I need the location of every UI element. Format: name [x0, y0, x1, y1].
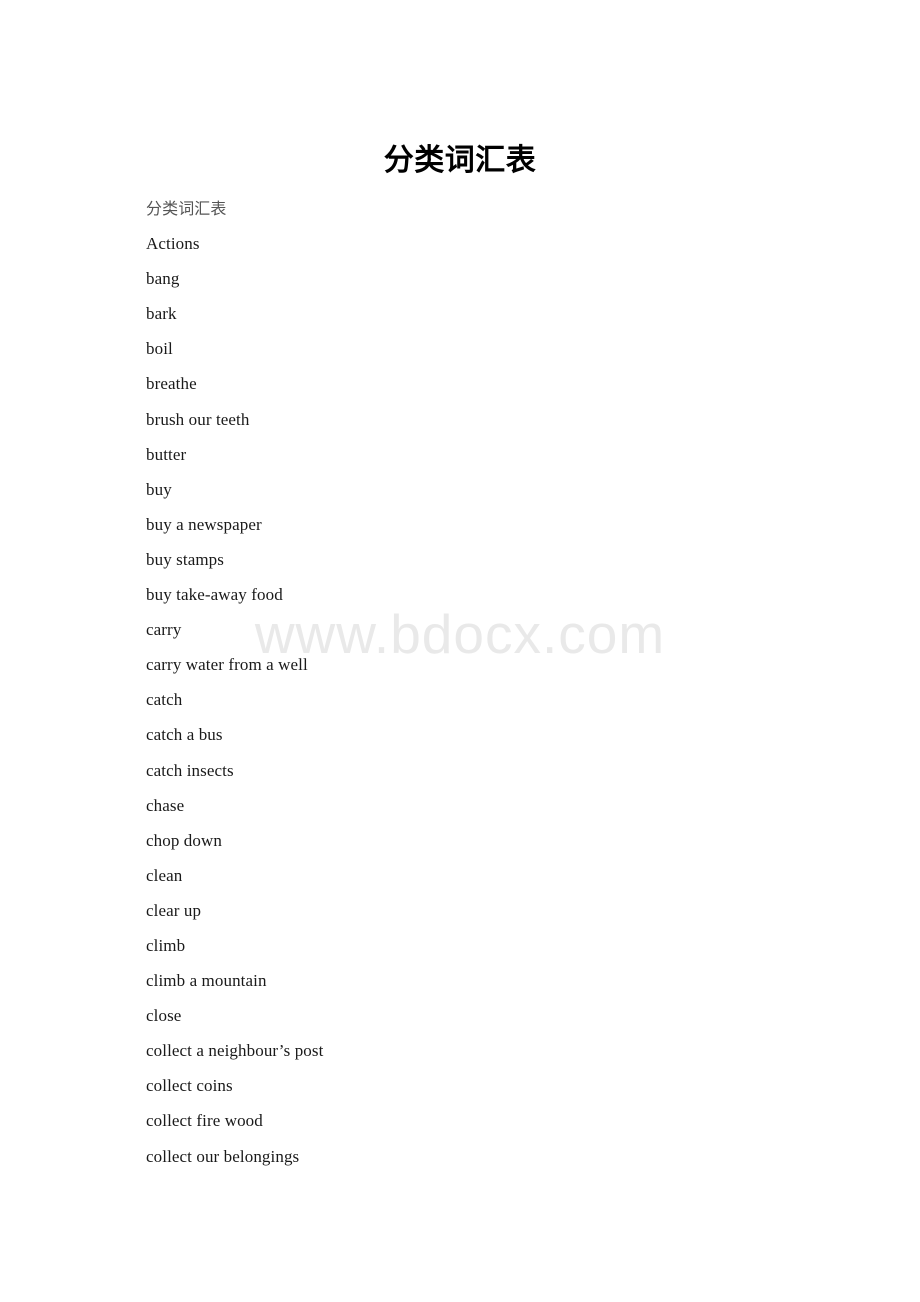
- vocabulary-line: Actions: [146, 234, 200, 254]
- document-page: www.bdocx.com 分类词汇表 分类词汇表 Actions bang bark…: [0, 0, 920, 1302]
- vocabulary-line: collect coins: [146, 1076, 233, 1096]
- document-subtitle: 分类词汇表: [146, 199, 227, 218]
- vocabulary-line: brush our teeth: [146, 409, 250, 429]
- vocabulary-line-list: 分类词汇表 Actions bang bark boil breathe brush our…: [146, 199, 846, 1182]
- page-title: 分类词汇表: [383, 143, 537, 178]
- vocabulary-line: catch a bus: [146, 725, 223, 745]
- vocabulary-line: carry water from a well: [146, 655, 308, 675]
- vocabulary-line: butter: [146, 444, 187, 464]
- vocabulary-line: catch insects: [146, 760, 234, 780]
- vocabulary-line: chop down: [146, 830, 222, 850]
- vocabulary-line: clean: [146, 865, 183, 885]
- vocabulary-line: chase: [146, 795, 185, 815]
- vocabulary-line: climb: [146, 935, 186, 955]
- vocabulary-line: bark: [146, 304, 177, 324]
- vocabulary-line: clear up: [146, 900, 202, 920]
- vocabulary-line: bang: [146, 269, 180, 289]
- vocabulary-line: collect a neighbour’s post: [146, 1041, 324, 1061]
- vocabulary-line: breathe: [146, 374, 197, 394]
- vocabulary-line: close: [146, 1006, 182, 1026]
- vocabulary-line: catch: [146, 690, 183, 710]
- vocabulary-line: buy take-away food: [146, 585, 283, 605]
- vocabulary-line: climb a mountain: [146, 971, 267, 991]
- vocabulary-line: collect fire wood: [146, 1111, 263, 1131]
- vocabulary-line: boil: [146, 339, 173, 359]
- vocabulary-line: buy: [146, 479, 172, 499]
- vocabulary-line: buy stamps: [146, 549, 224, 569]
- vocabulary-line: buy a newspaper: [146, 514, 262, 534]
- vocabulary-line: collect our belongings: [146, 1146, 300, 1166]
- vocabulary-line: carry: [146, 620, 182, 640]
